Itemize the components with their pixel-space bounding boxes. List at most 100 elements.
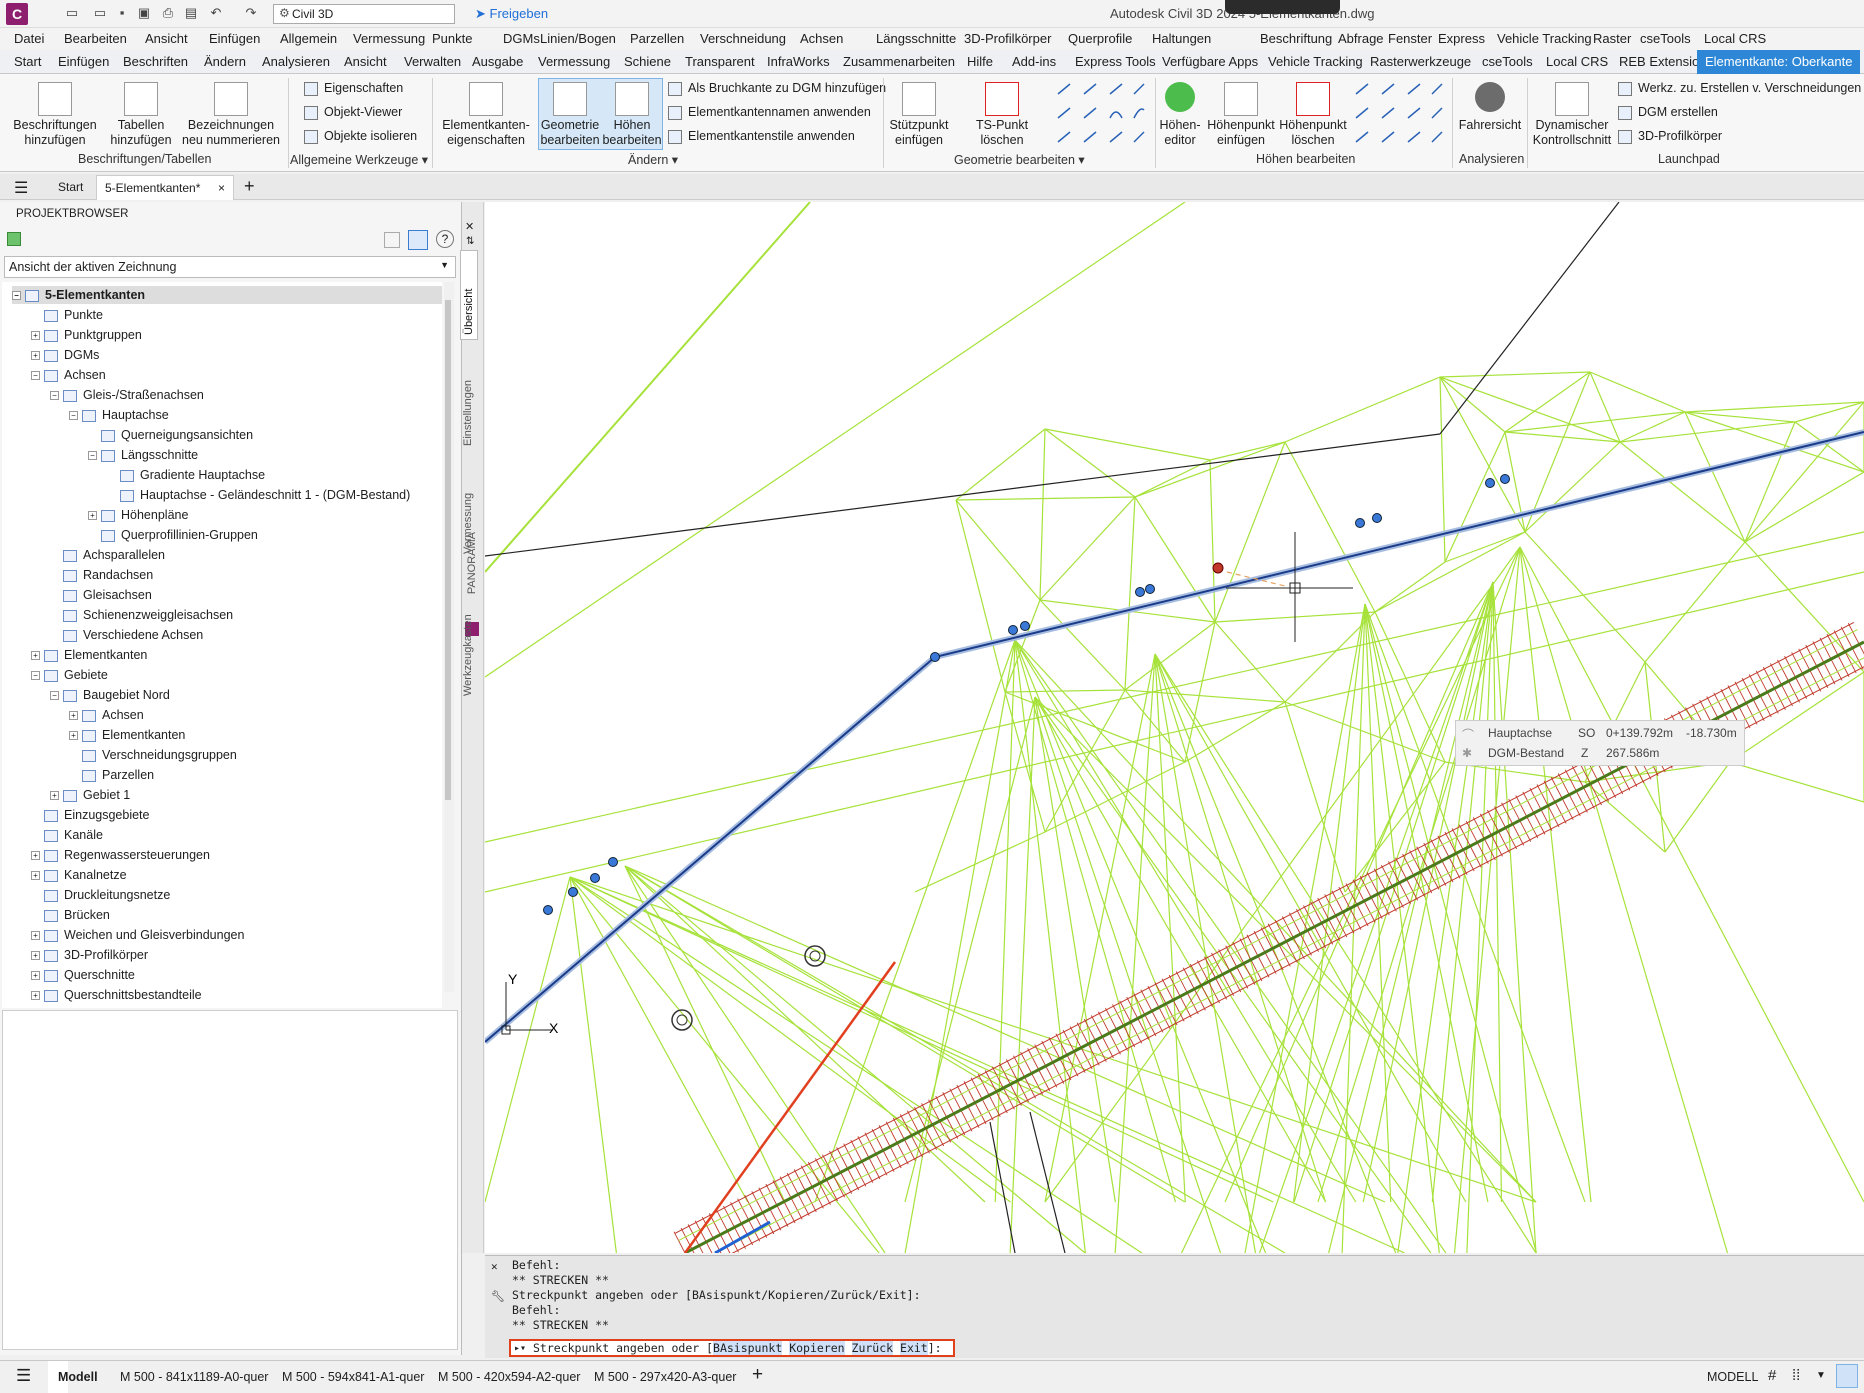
tree-node[interactable]: − Gleis-/Straßenachsen [50, 386, 204, 404]
ribbon-tab[interactable]: Einfügen [58, 54, 109, 69]
workspace-select[interactable]: Civil 3D [273, 4, 455, 24]
ribbon-tab[interactable]: Verwalten [404, 54, 461, 69]
delete-elevation-point-button[interactable]: Höhenpunkt löschen [1278, 82, 1348, 148]
edit-geometry-button[interactable]: Geometrie bearbeiten [540, 82, 600, 148]
hamburger-icon[interactable]: ☰ [16, 1366, 31, 1386]
ribbon-tab[interactable]: InfraWorks [767, 54, 830, 69]
ribbon-tab[interactable]: cseTools [1482, 54, 1533, 69]
tree-node[interactable]: + Höhenpläne [88, 506, 188, 524]
featureline-properties-button[interactable]: Elementkanten-eigenschaften [440, 82, 532, 148]
elevation-tool-grid[interactable] [1352, 80, 1444, 150]
print-icon[interactable]: ⎙ [160, 5, 176, 21]
expander-icon[interactable]: − [69, 411, 78, 421]
renumber-labels-button[interactable]: Bezeichnungen neu nummerieren [180, 82, 282, 148]
ribbon-tab[interactable]: REB Extension [1619, 54, 1706, 69]
grip-point[interactable] [608, 857, 618, 867]
ribbon-tab[interactable]: Ansicht [344, 54, 387, 69]
tree-node[interactable]: + Achsen [69, 706, 144, 724]
grip-point[interactable] [1145, 584, 1155, 594]
tab-einstellungen[interactable]: Einstellungen [460, 350, 476, 450]
menu-item[interactable]: Haltungen [1152, 31, 1211, 46]
menu-item[interactable]: Einfügen [209, 31, 260, 46]
expander-icon[interactable] [69, 751, 78, 760]
menu-item[interactable]: Punkte [432, 31, 472, 46]
tree-node[interactable]: − Baugebiet Nord [50, 686, 170, 704]
menu-item[interactable]: Raster [1593, 31, 1631, 46]
autohide-icon[interactable]: ⇅ [466, 236, 474, 247]
grip-point[interactable] [1485, 478, 1495, 488]
properties-button[interactable]: Eigenschaften [304, 81, 403, 96]
expander-icon[interactable] [107, 491, 116, 500]
ribbon-tab[interactable]: Hilfe [967, 54, 993, 69]
expander-icon[interactable] [31, 911, 40, 920]
elevation-editor-button[interactable]: Höhen-editor [1158, 82, 1202, 148]
ribbon-tab[interactable]: Ausgabe [472, 54, 523, 69]
tree-node[interactable]: Kanäle [31, 826, 103, 844]
tree-node[interactable]: Einzugsgebiete [31, 806, 149, 824]
ribbon-tab[interactable]: Vermessung [538, 54, 610, 69]
save-icon[interactable]: ▪ [114, 5, 130, 21]
tree-node[interactable]: + Elementkanten [31, 646, 147, 664]
tab-uebersicht[interactable]: Übersicht [460, 250, 478, 340]
insert-pi-button[interactable]: Stützpunkt einfügen [886, 82, 952, 148]
tree-node[interactable]: + Punktgruppen [31, 326, 142, 344]
grip-point[interactable] [1372, 513, 1382, 523]
menu-item[interactable]: cseTools [1640, 31, 1691, 46]
expander-icon[interactable]: − [50, 691, 59, 701]
tree-scrollbar[interactable] [444, 282, 454, 992]
corridor-button[interactable]: 3D-Profilkörper [1618, 129, 1722, 144]
grip-point[interactable] [543, 905, 553, 915]
tab-werkzeugkasten[interactable]: Werkzeugkasten [460, 600, 476, 700]
expander-icon[interactable]: + [31, 651, 40, 661]
menu-item[interactable]: Vermessung [353, 31, 425, 46]
help-icon[interactable]: ? [436, 230, 454, 248]
expander-icon[interactable] [50, 631, 59, 640]
layout-tab[interactable]: M 500 - 297x420-A3-quer [594, 1370, 736, 1384]
menu-item[interactable]: Achsen [800, 31, 843, 46]
dynamic-section-button[interactable]: Dynamischer Kontrollschnitt [1530, 82, 1614, 148]
grading-tools-button[interactable]: Werkz. zu. Erstellen v. Verschneidungen [1618, 81, 1861, 96]
expander-icon[interactable]: + [31, 351, 40, 361]
option-basepoint[interactable]: BAsispunkt [713, 1341, 783, 1355]
tree-node[interactable]: Querprofillinien-Gruppen [88, 526, 258, 544]
layout-tab[interactable]: M 500 - 594x841-A1-quer [282, 1370, 424, 1384]
option-copy[interactable]: Kopieren [789, 1341, 845, 1355]
expander-icon[interactable]: + [31, 931, 40, 941]
ribbon-tab[interactable]: Zusammenarbeiten [843, 54, 955, 69]
expander-icon[interactable]: − [50, 391, 59, 401]
tree-node[interactable]: Achsparallelen [50, 546, 165, 564]
list-view-icon[interactable] [384, 232, 400, 248]
panel-title[interactable]: Ändern ▾ [628, 152, 678, 167]
save-as-icon[interactable]: ▣ [136, 5, 152, 21]
tree-node[interactable]: + Weichen und Gleisverbindungen [31, 926, 244, 944]
close-icon[interactable]: ✕ [491, 1260, 498, 1273]
expander-icon[interactable]: + [31, 871, 40, 881]
menu-item[interactable]: Abfrage [1338, 31, 1384, 46]
expander-icon[interactable]: + [31, 951, 40, 961]
expander-icon[interactable]: + [88, 511, 97, 521]
tree-node[interactable]: − Achsen [31, 366, 106, 384]
snap-icon[interactable]: ⁞⁞ [1792, 1367, 1800, 1384]
open-icon[interactable]: ▭ [92, 5, 108, 21]
object-viewer-button[interactable]: Objekt-Viewer [304, 105, 402, 120]
menu-item[interactable]: DGMs [503, 31, 540, 46]
edit-elevations-button[interactable]: Höhen bearbeiten [602, 82, 662, 148]
panel-title[interactable]: Allgemeine Werkzeuge ▾ [290, 152, 428, 167]
isolate-objects-button[interactable]: Objekte isolieren [304, 129, 417, 144]
tree-node[interactable]: + Elementkanten [69, 726, 185, 744]
tree-node[interactable]: + Regenwassersteuerungen [31, 846, 210, 864]
wrench-icon[interactable]: 🔧︎ [491, 1290, 505, 1303]
menu-item[interactable]: Ansicht [145, 31, 188, 46]
tree-node[interactable]: Gleisachsen [50, 586, 152, 604]
menu-item[interactable]: Verschneidung [700, 31, 786, 46]
expander-icon[interactable]: + [31, 851, 40, 861]
menu-item[interactable]: Querprofile [1068, 31, 1132, 46]
layout-tab[interactable]: M 500 - 841x1189-A0-quer [120, 1370, 268, 1384]
grip-point[interactable] [568, 887, 578, 897]
geometry-tool-grid[interactable] [1054, 80, 1146, 150]
tree-node[interactable]: − Gebiete [31, 666, 108, 684]
expander-icon[interactable]: − [88, 451, 97, 461]
ribbon-tab[interactable]: Verfügbare Apps [1162, 54, 1258, 69]
menu-item[interactable]: Linien/Bogen [540, 31, 616, 46]
insert-elevation-point-button[interactable]: Höhenpunkt einfügen [1203, 82, 1279, 148]
